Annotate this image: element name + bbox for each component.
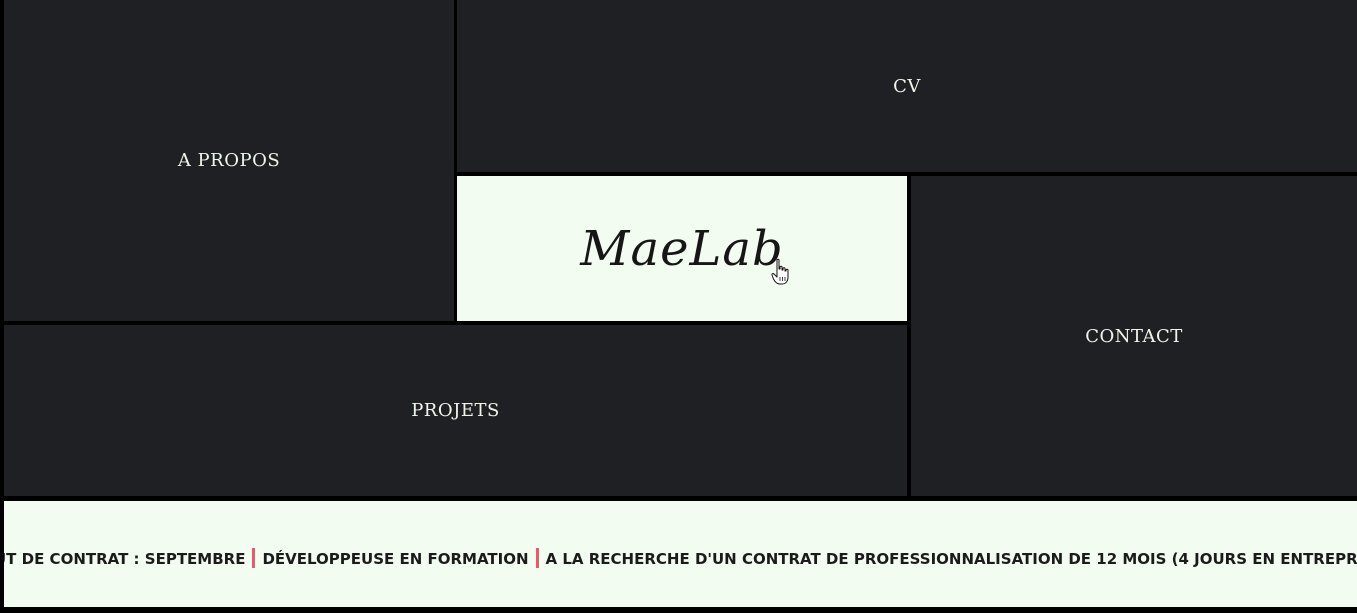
ticker-track: UT DE CONTRAT : SEPTEMBRE DÉVELOPPEUSE EN… — [4, 548, 1357, 568]
nav-tile-contact-label: CONTACT — [1085, 325, 1183, 347]
nav-tile-cv-label: CV — [893, 75, 921, 97]
nav-tile-about[interactable]: A PROPOS — [4, 0, 454, 321]
ticker-separator — [252, 548, 256, 568]
ticker-item-contract-start: UT DE CONTRAT : SEPTEMBRE — [4, 550, 246, 568]
nav-tile-about-label: A PROPOS — [177, 150, 281, 171]
page: A PROPOS CV MaeLab CONTACT PROJETS UT DE… — [0, 0, 1357, 613]
nav-tile-cv[interactable]: CV — [457, 0, 1357, 172]
nav-tile-projects[interactable]: PROJETS — [4, 325, 907, 496]
ticker-separator — [535, 548, 539, 568]
ticker-item-search: A LA RECHERCHE D'UN CONTRAT DE PROFESSIO… — [545, 550, 1357, 568]
hand-pointer-icon — [771, 258, 789, 285]
ticker-item-status: DÉVELOPPEUSE EN FORMATION — [262, 550, 529, 568]
nav-tile-contact[interactable]: CONTACT — [911, 176, 1357, 496]
info-ticker: UT DE CONTRAT : SEPTEMBRE DÉVELOPPEUSE EN… — [4, 501, 1357, 607]
logo-tile: MaeLab — [457, 176, 907, 321]
nav-tile-projects-label: PROJETS — [411, 400, 500, 421]
site-logo: MaeLab — [580, 220, 784, 277]
